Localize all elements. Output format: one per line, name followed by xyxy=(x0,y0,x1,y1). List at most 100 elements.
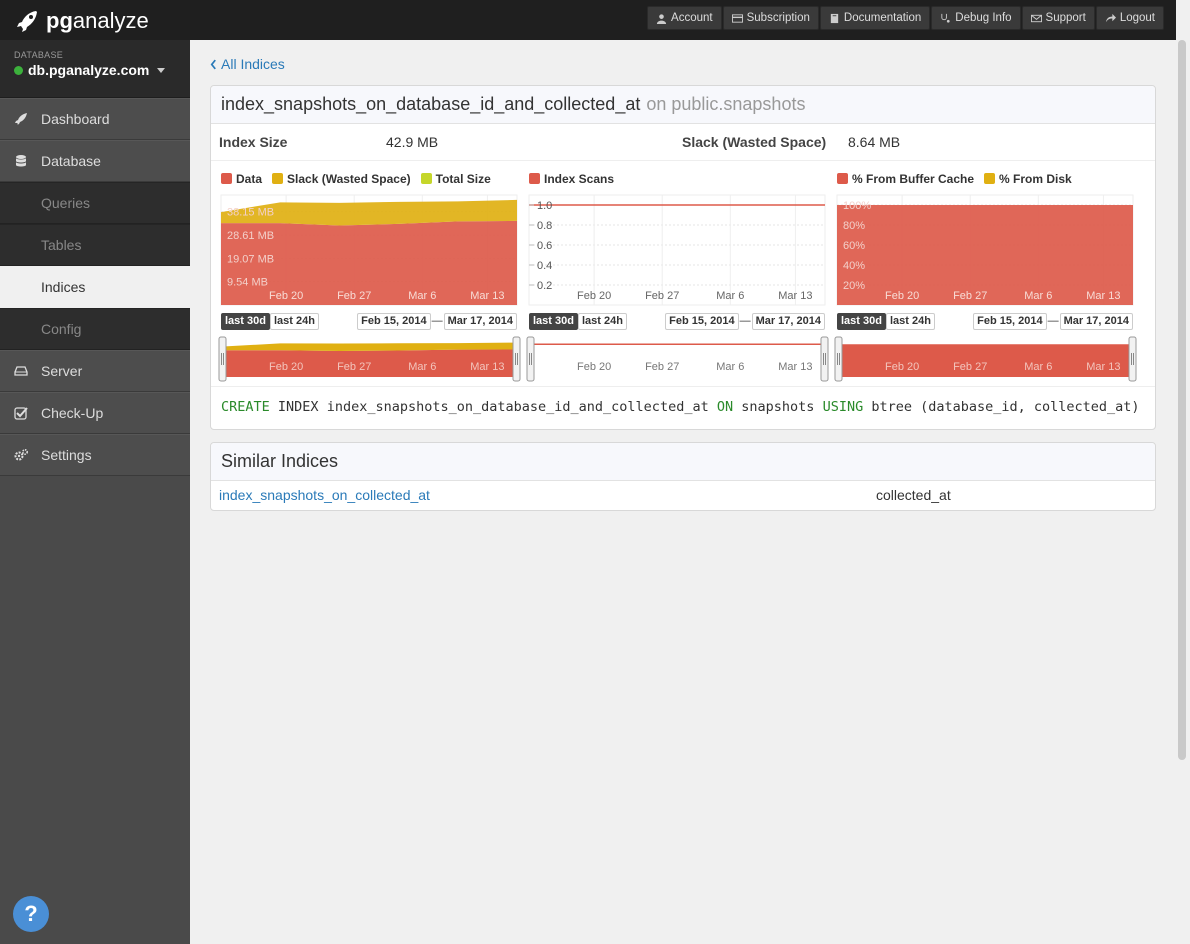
database-selector[interactable]: DATABASE db.pganalyze.com xyxy=(0,40,190,98)
range-from[interactable]: Feb 15, 2014 xyxy=(357,312,431,330)
charts-svg: 9.54 MB 19.07 MB 28.61 MB 38.15 MB Feb 20 Feb… xyxy=(218,194,1137,381)
x-tick-label: Feb 20 xyxy=(269,290,303,302)
navigator-handle-left xyxy=(218,336,227,381)
y-tick-label: 9.54 MB xyxy=(227,276,268,288)
brand-name: pganalyze xyxy=(46,8,149,33)
scrollbar-thumb[interactable] xyxy=(1178,40,1186,760)
last-24h-button[interactable]: last 24h xyxy=(577,312,627,330)
navigator-handle-left xyxy=(834,336,843,381)
sidebar-item-check-up[interactable]: Check-Up xyxy=(0,392,190,434)
y-tick-label: 0.4 xyxy=(537,260,552,272)
account-button[interactable]: Account xyxy=(647,6,722,30)
index-stats: Index Size 42.9 MB Slack (Wasted Space) … xyxy=(211,124,1155,161)
caret-down-icon xyxy=(157,67,166,73)
y-tick-label: 100% xyxy=(843,200,871,212)
navigator-tick-label: Mar 13 xyxy=(778,361,812,373)
range-from[interactable]: Feb 15, 2014 xyxy=(973,312,1047,330)
sidebar-item-tables[interactable]: Tables xyxy=(0,224,190,266)
y-tick-label: 20% xyxy=(843,280,865,292)
navigator-tick-label: Mar 6 xyxy=(408,361,436,373)
last-30d-button[interactable]: last 30d xyxy=(837,312,886,330)
last-24h-button[interactable]: last 24h xyxy=(269,312,319,330)
user-icon xyxy=(656,13,667,24)
status-dot-icon xyxy=(14,65,23,75)
navigator-tick-label: Feb 20 xyxy=(577,361,611,373)
sidebar-item-server[interactable]: Server xyxy=(0,350,190,392)
index-title: index_snapshots_on_database_id_and_colle… xyxy=(211,85,1155,124)
last-24h-button[interactable]: last 24h xyxy=(885,312,935,330)
stethoscope-icon xyxy=(941,13,950,23)
x-tick-label: Mar 6 xyxy=(408,290,436,302)
y-tick-label: 0.8 xyxy=(537,220,552,232)
index-size-label: Index Size xyxy=(219,133,288,150)
x-tick-label: Feb 20 xyxy=(885,290,919,302)
y-tick-label: 40% xyxy=(843,260,865,272)
database-name: db.pganalyze.com xyxy=(28,62,150,78)
chevron-left-icon xyxy=(210,59,216,69)
database-label: DATABASE xyxy=(14,50,64,60)
navigator-handle-right xyxy=(1128,336,1137,381)
navigator-tick-label: Mar 13 xyxy=(1086,361,1120,373)
sidebar-item-database[interactable]: Database xyxy=(0,140,190,182)
documentation-button[interactable]: Documentation xyxy=(819,6,931,30)
index-name: index_snapshots_on_database_id_and_colle… xyxy=(221,93,641,114)
slack-value: 8.64 MB xyxy=(848,133,901,150)
support-button[interactable]: Support xyxy=(1021,6,1095,30)
last-30d-button[interactable]: last 30d xyxy=(221,312,270,330)
similar-index-columns: collected_at xyxy=(876,486,951,503)
hdd-icon xyxy=(14,364,28,378)
page-scrollbar[interactable] xyxy=(1178,40,1188,760)
last-30d-button[interactable]: last 30d xyxy=(529,312,578,330)
y-tick-label: 0.6 xyxy=(537,240,552,252)
sidebar-item-queries[interactable]: Queries xyxy=(0,182,190,224)
range-from[interactable]: Feb 15, 2014 xyxy=(665,312,739,330)
create-index-sql: CREATE INDEX index_snapshots_on_database… xyxy=(221,398,1140,415)
x-tick-label: Feb 27 xyxy=(337,290,371,302)
envelope-icon xyxy=(1030,14,1042,22)
debug-info-button[interactable]: Debug Info xyxy=(931,6,1021,30)
sidebar-item-settings[interactable]: Settings xyxy=(0,434,190,476)
slack-label: Slack (Wasted Space) xyxy=(682,133,827,150)
sidebar: DATABASE db.pganalyze.com Dashboard Data… xyxy=(0,40,190,944)
index-table: on public.snapshots xyxy=(646,93,806,114)
rocket-icon xyxy=(14,112,28,126)
similar-index-link[interactable]: index_snapshots_on_collected_at xyxy=(219,487,876,503)
help-button[interactable]: ? xyxy=(13,896,49,932)
top-bar: pganalyze Account Subscription Documenta… xyxy=(0,0,1176,40)
x-tick-label: Mar 6 xyxy=(716,290,744,302)
x-tick-label: Feb 27 xyxy=(645,290,679,302)
x-tick-label: Feb 27 xyxy=(953,290,987,302)
rocket-logo-icon xyxy=(17,11,37,32)
range-to[interactable]: Mar 17, 2014 xyxy=(751,312,825,330)
sidebar-item-indices[interactable]: Indices xyxy=(0,266,190,308)
navigator-handle-left xyxy=(526,336,535,381)
book-icon xyxy=(830,13,839,23)
all-indices-link[interactable]: All Indices xyxy=(210,56,285,72)
navigator-tick-label: Feb 20 xyxy=(885,361,919,373)
subscription-button[interactable]: Subscription xyxy=(722,6,819,30)
top-nav: Account Subscription Documentation Debug… xyxy=(646,6,1164,30)
y-tick-label: 0.2 xyxy=(537,280,552,292)
index-size-value: 42.9 MB xyxy=(386,133,439,150)
size-chart-range: last 30d last 24h Feb 15, 2014— Mar 17, 20… xyxy=(221,312,517,331)
range-to[interactable]: Mar 17, 2014 xyxy=(443,312,517,330)
y-tick-label: 19.07 MB xyxy=(227,253,274,265)
y-tick-label: 80% xyxy=(843,220,865,232)
main-content: All Indices index_snapshots_on_database_… xyxy=(210,56,1156,511)
navigator-tick-label: Mar 6 xyxy=(716,361,744,373)
sidebar-item-config[interactable]: Config xyxy=(0,308,190,350)
cogs-icon xyxy=(14,448,28,462)
cache-chart-range: last 30d last 24h Feb 15, 2014— Mar 17, 20… xyxy=(837,312,1133,331)
navigator-tick-label: Mar 6 xyxy=(1024,361,1052,373)
share-icon xyxy=(1105,13,1116,22)
x-tick-label: Mar 13 xyxy=(470,290,504,302)
navigator-tick-label: Mar 13 xyxy=(470,361,504,373)
sidebar-item-dashboard[interactable]: Dashboard xyxy=(0,98,190,140)
check-square-icon xyxy=(14,406,28,420)
range-to[interactable]: Mar 17, 2014 xyxy=(1059,312,1133,330)
similar-indices-panel: Similar Indices index_snapshots_on_colle… xyxy=(210,441,1156,511)
logo[interactable]: pganalyze xyxy=(14,8,149,34)
question-icon: ? xyxy=(24,901,38,926)
index-panel: index_snapshots_on_database_id_and_colle… xyxy=(210,84,1156,430)
logout-button[interactable]: Logout xyxy=(1095,6,1164,30)
